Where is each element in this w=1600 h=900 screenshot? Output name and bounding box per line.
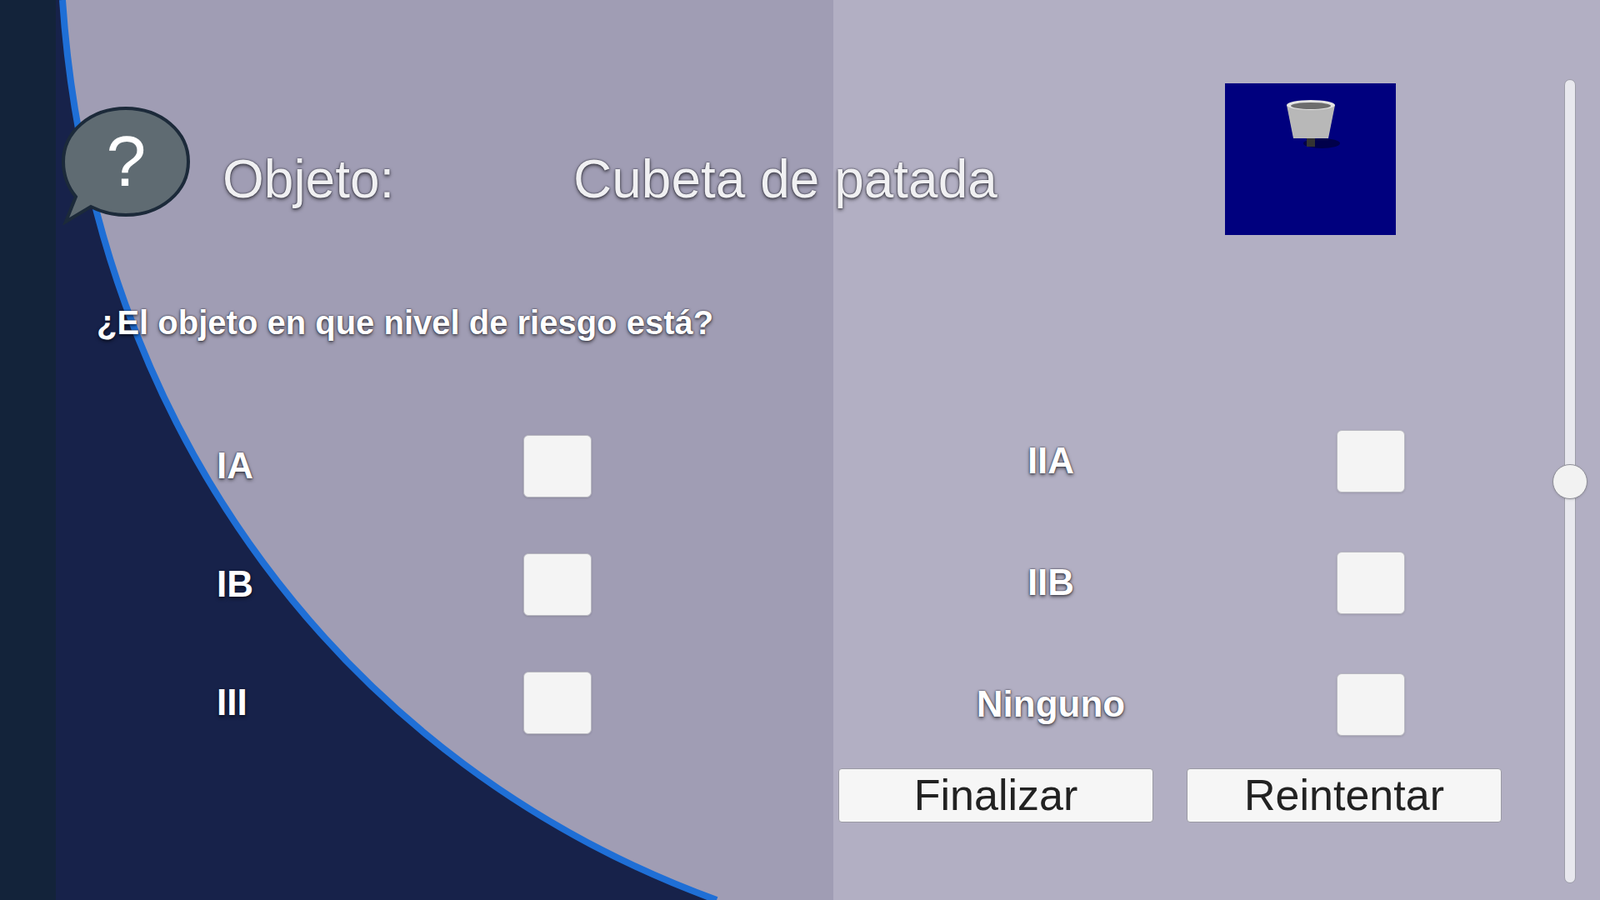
option-checkbox[interactable] xyxy=(523,435,592,498)
options-right: IIAIIBNinguno xyxy=(950,400,1405,765)
option-row[interactable]: IIA xyxy=(950,400,1405,522)
option-row[interactable]: III xyxy=(216,643,592,762)
button-row: Finalizar Reintentar xyxy=(838,768,1502,823)
bucket-icon xyxy=(1281,96,1340,155)
option-checkbox[interactable] xyxy=(523,553,592,616)
option-checkbox[interactable] xyxy=(523,671,592,735)
slider-handle[interactable] xyxy=(1552,464,1588,500)
option-row[interactable]: IA xyxy=(216,406,592,525)
slider-track xyxy=(1564,79,1576,884)
quiz-screen: ? Objeto:Cubeta de patada ¿El objeto en qu… xyxy=(0,0,1600,900)
option-row[interactable]: IIB xyxy=(950,521,1405,644)
header: ? Objeto:Cubeta de patada xyxy=(60,83,1502,235)
vertical-slider[interactable] xyxy=(1553,0,1586,900)
action-button[interactable]: Finalizar xyxy=(838,768,1154,823)
action-button[interactable]: Reintentar xyxy=(1186,768,1502,823)
help-bubble[interactable]: ? xyxy=(60,105,192,225)
options-left: IAIBIII xyxy=(216,406,592,765)
question: ¿El objeto en que nivel de riesgo está? xyxy=(96,303,1502,342)
option-checkbox[interactable] xyxy=(1336,551,1405,615)
object-name: Cubeta de patada xyxy=(573,150,998,209)
option-checkbox[interactable] xyxy=(1336,430,1405,493)
option-row[interactable]: IB xyxy=(216,525,592,644)
object-label: Objeto: xyxy=(222,150,574,209)
option-row[interactable]: Ninguno xyxy=(950,643,1405,765)
option-checkbox[interactable] xyxy=(1336,673,1405,736)
object-thumbnail xyxy=(1225,83,1396,235)
quiz-panel: ? Objeto:Cubeta de patada ¿El objeto en qu… xyxy=(0,0,1554,900)
options: IAIBIIIIIAIIBNinguno xyxy=(60,406,1502,765)
